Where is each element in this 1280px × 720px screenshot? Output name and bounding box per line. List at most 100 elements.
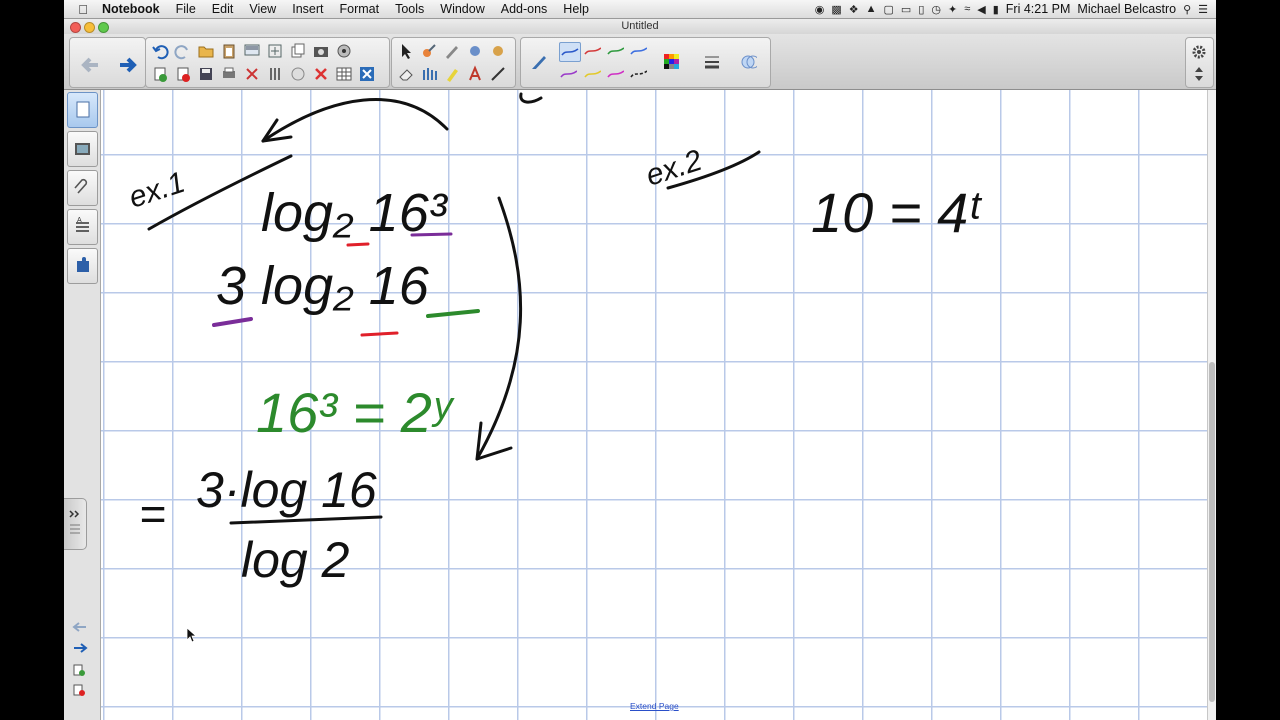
vertical-scrollbar[interactable]	[1207, 90, 1216, 720]
menu-format[interactable]: Format	[331, 2, 387, 16]
delete-button[interactable]	[312, 65, 330, 83]
cut-button[interactable]	[243, 65, 261, 83]
redo-button[interactable]	[174, 42, 192, 60]
pen-style-8[interactable]	[629, 65, 649, 83]
wifi-icon[interactable]: ≈	[964, 3, 970, 15]
menu-help[interactable]: Help	[555, 2, 597, 16]
delete-page-icon	[177, 67, 190, 82]
spotlight-icon[interactable]: ⚲	[1183, 3, 1191, 16]
table-tools-button[interactable]	[266, 65, 284, 83]
pen-style-5[interactable]	[559, 65, 579, 83]
screen-shade-button[interactable]	[243, 42, 261, 60]
bluetooth-icon[interactable]: ✦	[948, 3, 957, 16]
sidebar-delete-page-button[interactable]	[73, 683, 85, 701]
menu-view[interactable]: View	[241, 2, 284, 16]
insert-table-button[interactable]	[335, 65, 353, 83]
creative-pen-button[interactable]	[489, 42, 507, 60]
add-page-button[interactable]	[151, 65, 169, 83]
minimize-window-button[interactable]	[84, 22, 95, 33]
menu-file[interactable]: File	[168, 2, 204, 16]
shape-recognition-button[interactable]	[466, 42, 484, 60]
tab-attachments[interactable]	[67, 170, 98, 206]
tab-page-sorter[interactable]	[67, 92, 98, 128]
document-camera-button[interactable]	[335, 42, 353, 60]
screen-capture-icon[interactable]: ▢	[884, 3, 894, 16]
screen-capture-button[interactable]	[312, 42, 330, 60]
sidebar-collapse-handle[interactable]	[64, 498, 87, 550]
pen-style-7[interactable]	[606, 65, 626, 83]
color-palette-button[interactable]	[661, 51, 683, 73]
full-screen-icon	[268, 44, 282, 58]
handwriting-line-2: 3 log₂ 16	[216, 256, 430, 316]
close-window-button[interactable]	[70, 22, 81, 33]
tab-properties[interactable]: A	[67, 209, 98, 245]
duplicate-button[interactable]	[289, 42, 307, 60]
smart-board-icon[interactable]: ▩	[831, 3, 841, 16]
color-grid-icon	[664, 54, 679, 69]
magic-pen-button[interactable]	[420, 42, 438, 60]
curved-arrow-top	[261, 98, 449, 143]
highlighter-button[interactable]	[443, 65, 461, 83]
display-icon[interactable]: ▭	[901, 3, 911, 16]
pen-style-3[interactable]	[606, 42, 626, 60]
open-file-button[interactable]	[197, 42, 215, 60]
pen-style-6[interactable]	[583, 65, 603, 83]
notification-list-icon[interactable]: ☰	[1198, 3, 1208, 16]
line-style-button[interactable]	[701, 51, 723, 73]
pen-style-2[interactable]	[583, 42, 603, 60]
save-button[interactable]	[197, 65, 215, 83]
eraser-button[interactable]	[397, 65, 415, 83]
pen-settings-button[interactable]	[528, 51, 550, 73]
menu-window[interactable]: Window	[432, 2, 492, 16]
paste-button[interactable]	[220, 42, 238, 60]
volume-icon[interactable]: ◀	[977, 3, 985, 16]
title-bar: Untitled	[64, 19, 1216, 34]
transparency-button[interactable]	[739, 51, 761, 73]
time-machine-icon[interactable]: ◷	[931, 3, 941, 16]
curved-arrow-right	[475, 196, 523, 461]
delete-page-button[interactable]	[174, 65, 192, 83]
menu-user[interactable]: Michael Belcastro	[1077, 2, 1176, 16]
select-tool-button[interactable]	[397, 42, 415, 60]
undo-button[interactable]	[151, 42, 169, 60]
sidebar-back-button[interactable]	[71, 620, 89, 638]
previous-page-button[interactable]	[78, 52, 104, 78]
dropbox-icon[interactable]: ❖	[849, 3, 859, 16]
print-button[interactable]	[220, 65, 238, 83]
folder-icon	[198, 46, 214, 58]
menu-insert[interactable]: Insert	[284, 2, 331, 16]
menu-add-ons[interactable]: Add-ons	[493, 2, 556, 16]
airplay-icon[interactable]: ▯	[918, 3, 924, 16]
battery-icon[interactable]: ▮	[993, 3, 999, 16]
menu-clock[interactable]: Fri 4:21 PM	[1006, 2, 1071, 16]
recorder-button[interactable]	[289, 65, 307, 83]
pen-style-1[interactable]	[559, 42, 581, 62]
red-underline-1	[346, 242, 370, 247]
sidebar-forward-button[interactable]	[71, 641, 89, 659]
extend-page-link[interactable]: Extend Page	[630, 701, 679, 711]
record-icon[interactable]: ◉	[815, 3, 825, 16]
full-screen-button[interactable]	[266, 42, 284, 60]
add-page-small-icon	[73, 664, 85, 676]
zoom-window-button[interactable]	[98, 22, 109, 33]
apple-menu-icon[interactable]: 	[72, 2, 94, 17]
settings-button[interactable]	[1190, 43, 1208, 61]
menu-app-notebook[interactable]: Notebook	[94, 2, 168, 16]
menu-tools[interactable]: Tools	[387, 2, 432, 16]
next-page-button[interactable]	[114, 52, 140, 78]
menu-edit[interactable]: Edit	[204, 2, 242, 16]
tab-gallery[interactable]	[67, 131, 98, 167]
tab-add-ons[interactable]	[67, 248, 98, 284]
pen-style-4[interactable]	[629, 42, 649, 60]
pen-tool-button[interactable]	[443, 42, 461, 60]
sidebar-add-page-button[interactable]	[73, 663, 85, 681]
pens-button[interactable]	[420, 65, 438, 83]
toolbar-position-button[interactable]	[1190, 65, 1208, 83]
close-view-button[interactable]	[358, 65, 376, 83]
transparency-icon	[741, 55, 757, 69]
whiteboard-canvas[interactable]: ex.1 log₂ 16³ 3 log₂ 16 16³ = 2ʸ = 3·log…	[101, 90, 1207, 720]
scrollbar-thumb[interactable]	[1209, 362, 1215, 702]
text-tool-button[interactable]	[466, 65, 484, 83]
line-tool-button[interactable]	[489, 65, 507, 83]
drive-icon[interactable]: ▲	[866, 3, 877, 15]
